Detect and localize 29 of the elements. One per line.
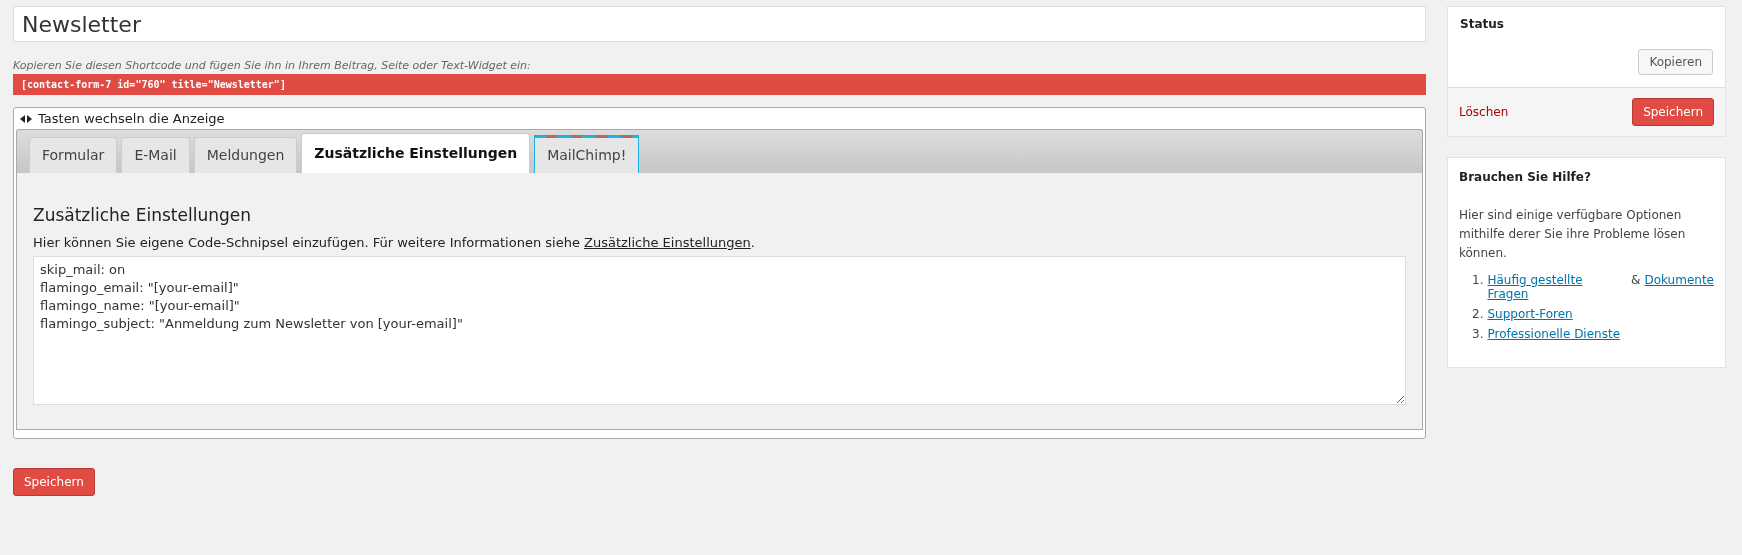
list-number: 2. [1472,307,1484,321]
tab[interactable]: E-Mail [121,137,190,173]
tab-panel-hint: Tasten wechseln die Anzeige [38,111,225,126]
help-title: Brauchen Sie Hilfe? [1459,170,1592,184]
status-title: Status [1460,17,1505,31]
tab[interactable]: MailChimp! [534,135,640,173]
tab[interactable]: Meldungen [193,137,298,173]
help-link[interactable]: Professionelle Dienste [1487,327,1621,341]
tab[interactable]: Zusätzliche Einstellungen [301,133,531,173]
help-link[interactable]: Support-Foren [1487,307,1573,321]
section-description: Hier können Sie eigene Code-Schnipsel einzufügen. Für weitere Informationen siehe Zusätzliche Einstellungen. [33,235,756,250]
save-button[interactable]: Speichern [13,468,95,496]
section-heading: Zusätzliche Einstellungen [33,205,252,225]
help-text: Hier sind einige verfügbare Optionen mithilfe derer Sie ihre Probleme lösen können. [1459,207,1687,262]
separator: & [1631,273,1641,289]
tab[interactable]: Formular [29,137,118,173]
shortcode-field[interactable]: [contact-form-7 id="760" title="Newsletter"] [13,74,1426,95]
left-right-arrows-icon [20,114,32,123]
list-number: 1. [1472,273,1484,289]
copy-button[interactable]: Kopieren [1638,49,1713,75]
settings-textarea[interactable]: skip_mail: on flamingo_email: "[your-email]" flamingo_name: "[your-email]" flamingo_subject: "Anmeldung zum Newsletter von [your-email]" [33,256,1406,405]
list-number: 3. [1472,327,1484,341]
save-button[interactable]: Speichern [1632,98,1714,126]
help-link[interactable]: Dokumente [1644,273,1714,301]
title-field[interactable]: Newsletter [13,6,1426,42]
settings-link[interactable]: Zusätzliche Einstellungen [584,235,751,250]
help-link[interactable]: Häufig gestellte Fragen [1487,273,1628,301]
shortcode-hint: Kopieren Sie diesen Shortcode und fügen Sie ihn in Ihrem Beitrag, Seite oder Text-Widget ein: [13,59,532,72]
delete-link[interactable]: Löschen [1459,105,1509,119]
